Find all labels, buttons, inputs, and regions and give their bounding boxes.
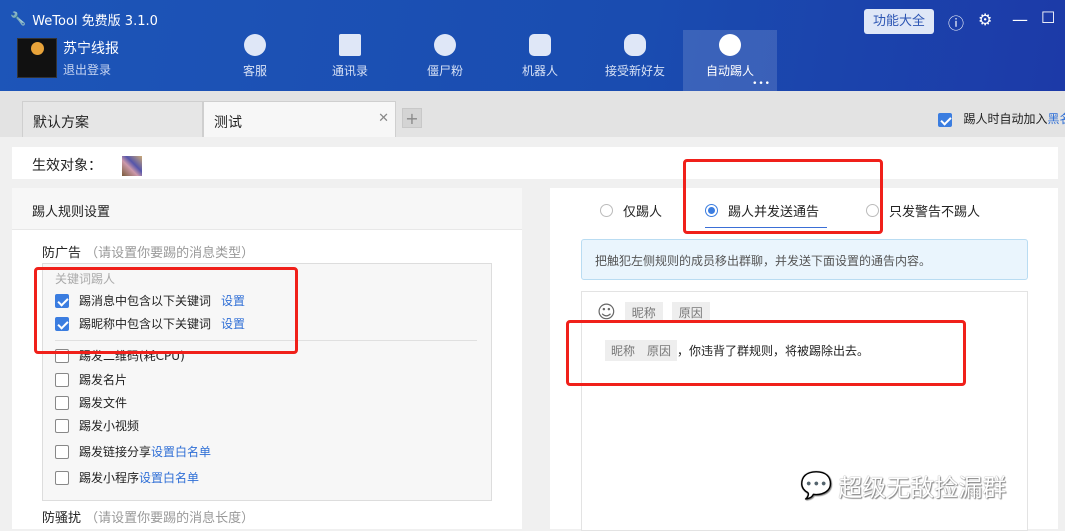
settings-icon[interactable]: ⚙	[978, 10, 992, 29]
more-icon[interactable]: •••	[752, 79, 771, 89]
close-icon[interactable]: ✕	[378, 111, 389, 126]
checkbox[interactable]	[55, 470, 69, 485]
nav-label: 僵尸粉	[426, 64, 463, 78]
mode-warn-only[interactable]: 只发警告不踢人	[866, 201, 980, 220]
radio[interactable]	[600, 204, 613, 217]
annotation-box	[566, 320, 966, 386]
nav-label: 客服	[242, 64, 267, 78]
minimize-icon[interactable]: —	[1012, 10, 1028, 29]
add-tab-button[interactable]: +	[402, 108, 422, 128]
account-avatar	[17, 38, 57, 78]
rule-label: 踢发链接分享	[79, 445, 152, 459]
rule-label: 踢发小程序	[79, 471, 140, 485]
all-features-button[interactable]: 功能大全	[864, 9, 934, 34]
anti-harass-heading: 防骚扰 （请设置你要踢的消息长度）	[42, 507, 254, 526]
rule-label: 踢发名片	[79, 373, 128, 387]
rule-label: 踢发小视频	[79, 419, 140, 433]
nav-label: 自动踢人	[705, 64, 754, 78]
info-banner: 把触犯左侧规则的成员移出群聊，并发送下面设置的通告内容。	[581, 239, 1028, 280]
section-hint: （请设置你要踢的消息长度）	[85, 511, 255, 526]
section-title: 防骚扰	[42, 511, 82, 526]
help-icon[interactable]: ⓘ	[948, 10, 964, 34]
rule-item[interactable]: 踢发名片	[55, 371, 127, 388]
section-hint: （请设置你要踢的消息类型）	[85, 246, 255, 261]
rule-item[interactable]: 踢发小程序 设置白名单	[55, 469, 199, 486]
nav-label: 接受新好友	[604, 64, 665, 78]
nav-label: 通讯录	[331, 64, 368, 78]
checkbox[interactable]	[55, 395, 69, 410]
whitelist-link[interactable]: 设置白名单	[151, 443, 211, 460]
annotation-box	[683, 159, 883, 234]
section-title: 防广告	[42, 246, 82, 261]
contacts-icon	[339, 34, 361, 56]
tab-label: 测试	[214, 115, 242, 131]
option-label: 踢人时自动加入	[963, 112, 1048, 126]
mode-label: 仅踢人	[623, 205, 663, 220]
rule-item[interactable]: 踢发小视频	[55, 417, 139, 434]
mode-kick-only[interactable]: 仅踢人	[600, 201, 662, 220]
mode-label: 只发警告不踢人	[889, 205, 981, 220]
nav-customer-service[interactable]: 客服	[208, 30, 302, 91]
blacklist-link[interactable]: 黑名	[1047, 112, 1065, 126]
tab-test[interactable]: 测试 ✕	[203, 101, 396, 137]
whitelist-link[interactable]: 设置白名单	[139, 469, 199, 486]
nav-label: 机器人	[521, 64, 558, 78]
checkbox[interactable]	[55, 418, 69, 433]
robot-icon	[529, 34, 551, 56]
checkbox[interactable]	[55, 372, 69, 387]
rule-item[interactable]: 踢发文件	[55, 394, 127, 411]
nav-robot[interactable]: 机器人	[493, 30, 587, 91]
tab-default-plan[interactable]: 默认方案	[22, 101, 203, 137]
rule-label: 踢发文件	[79, 396, 128, 410]
auto-blacklist-checkbox[interactable]	[938, 112, 952, 127]
watermark-text: 超级无敌捡漏群	[838, 474, 1007, 502]
target-bar: 生效对象：	[12, 147, 1058, 179]
account-name: 苏宁线报	[63, 41, 119, 57]
wrench-icon: 🔧	[10, 12, 27, 27]
rule-item[interactable]: 踢发链接分享 设置白名单	[55, 443, 211, 460]
maximize-icon[interactable]: ☐	[1041, 8, 1055, 27]
target-label: 生效对象：	[32, 158, 102, 174]
nav-auto-kick[interactable]: 自动踢人 •••	[683, 30, 777, 91]
nav-zombie-fans[interactable]: 僵尸粉	[398, 30, 492, 91]
auto-blacklist-option[interactable]: 踢人时自动加入黑名	[938, 110, 1065, 127]
group-avatar[interactable]	[122, 156, 142, 176]
rules-panel-title: 踢人规则设置	[12, 188, 522, 230]
user-kick-icon	[719, 34, 741, 56]
headset-icon	[244, 34, 266, 56]
nav-accept-friends[interactable]: 接受新好友	[588, 30, 682, 91]
handshake-icon	[624, 34, 646, 56]
skull-icon	[434, 34, 456, 56]
checkbox[interactable]	[55, 444, 69, 459]
title-bar: 🔧 WeTool 免费版 3.1.0	[10, 10, 158, 29]
annotation-box	[34, 267, 298, 354]
nav-contacts[interactable]: 通讯录	[303, 30, 397, 91]
watermark: 💬 超级无敌捡漏群	[800, 468, 1006, 503]
app-title: WeTool 免费版 3.1.0	[32, 14, 158, 29]
logout-link[interactable]: 退出登录	[63, 61, 111, 78]
tab-label: 默认方案	[33, 115, 89, 131]
anti-ad-heading: 防广告 （请设置你要踢的消息类型）	[42, 242, 254, 261]
wechat-icon: 💬	[800, 470, 833, 501]
